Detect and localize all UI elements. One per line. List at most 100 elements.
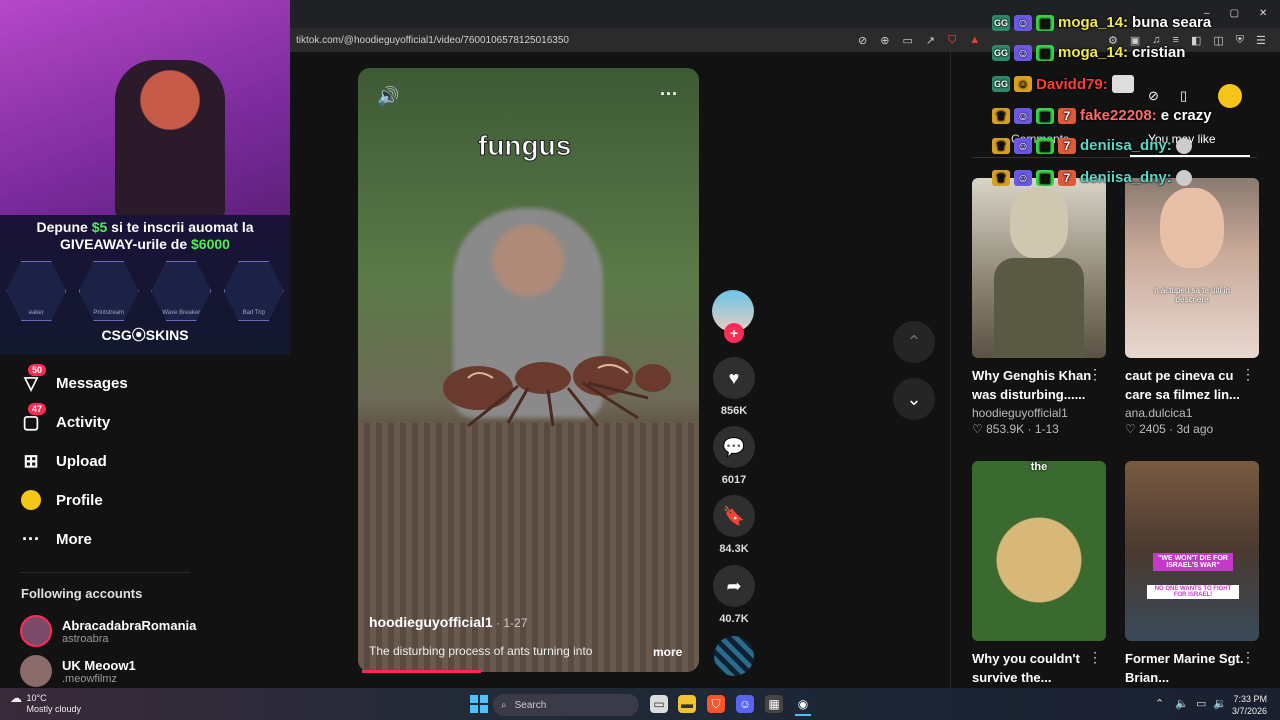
calculator-icon[interactable]: ▦ (765, 695, 783, 713)
video-progress-bar[interactable] (362, 670, 482, 673)
recommended-video-card[interactable]: n ai tupeu sa te uiti in descriere caut … (1125, 178, 1259, 436)
sidebar-item-activity[interactable]: ▢ 47 Activity (20, 403, 110, 433)
weather-temp: 10°C (26, 693, 47, 703)
card-menu-icon[interactable]: ⋮ (1088, 649, 1102, 666)
gift-badge-icon: ▣ (1036, 137, 1054, 154)
video-thumbnail[interactable]: n ai tupeu sa te uiti in descriere (1125, 178, 1259, 358)
video-author[interactable]: hoodieguyofficial1 · 1-27 (369, 614, 527, 630)
user-avatar[interactable] (1218, 84, 1242, 108)
tray-chevron-icon[interactable]: ⌃ (1155, 697, 1164, 710)
share-action[interactable]: ➦ 40.7K (712, 565, 756, 625)
following-account[interactable]: AbracadabraRomania astroabra (20, 615, 196, 647)
chat-emote-icon (1175, 137, 1192, 154)
windows-start-button[interactable] (470, 695, 488, 713)
more-button[interactable]: more (653, 645, 682, 659)
like-action[interactable]: ♥ 856K (712, 357, 756, 417)
sidebar-icon[interactable]: ◧ (1191, 34, 1201, 47)
monitor-icon[interactable]: ▭ (1196, 697, 1206, 710)
share-icon[interactable]: ↗ (926, 34, 935, 47)
share-arrow-icon[interactable]: ➦ (713, 565, 755, 607)
steam-icon[interactable]: ◉ (794, 695, 812, 713)
account-handle: astroabra (62, 632, 109, 645)
comment-count: 6017 (721, 474, 747, 486)
file-explorer-icon[interactable]: ▬ (678, 695, 696, 713)
compass-icon[interactable]: ⊘ (1148, 88, 1168, 106)
divider (20, 572, 190, 573)
chat-text: buna seara (1132, 14, 1212, 31)
taskbar (0, 688, 1280, 720)
screen-icon[interactable]: ▭ (902, 34, 912, 47)
skin-card: eaker (6, 261, 67, 321)
discord-icon[interactable]: ☺ (736, 695, 754, 713)
brave-browser-icon[interactable]: ⛉ (707, 695, 725, 713)
more-options-icon[interactable]: ··· (660, 84, 678, 105)
skin-card: Bad Trip (223, 261, 284, 321)
clock-date: 3/7/2026 (1232, 706, 1268, 716)
card-author[interactable]: hoodieguyofficial1 (972, 406, 1106, 420)
bookmark-icon[interactable]: 🔖 (713, 495, 755, 537)
activity-icon: ▢ 47 (20, 403, 47, 433)
avatar (20, 655, 52, 687)
card-title: Former Marine Sgt. Brian... (1125, 651, 1244, 685)
card-title: Why Genghis Khan was disturbing...... (972, 368, 1092, 402)
video-overlay-text: fungus (477, 130, 572, 162)
music-disc-icon[interactable] (714, 636, 754, 676)
skin-row: eaker Printstream Wave Breaker Bad Trip (0, 261, 290, 321)
skin-card: Printstream (78, 261, 139, 321)
recommended-video-card[interactable]: Why Genghis Khan was disturbing...... ⋮ … (972, 178, 1106, 436)
messages-icon: ▽ 50 (20, 364, 47, 394)
account-name: AbracadabraRomania (62, 617, 197, 633)
chat-text: e crazy (1160, 107, 1212, 124)
card-menu-icon[interactable]: ⋮ (1088, 366, 1102, 383)
phone-icon[interactable]: ▯ (1180, 88, 1200, 106)
video-thumbnail[interactable]: "WE WON'T DIE FOR ISRAEL'S WAR" NO ONE W… (1125, 461, 1259, 641)
taskbar-search[interactable]: ⌕ Search (493, 694, 639, 716)
thumbnail-caption: the (1030, 461, 1048, 473)
card-menu-icon[interactable]: ⋮ (1241, 366, 1255, 383)
url-text[interactable]: tiktok.com/@hoodieguyofficial1/video/760… (296, 35, 569, 46)
maximize-icon[interactable]: ▢ (1230, 8, 1239, 19)
volume-icon[interactable]: 🔊 (377, 86, 399, 107)
sidebar-item-profile[interactable]: Profile (20, 489, 103, 511)
menu-icon[interactable]: ☰ (1256, 34, 1266, 47)
gift-badge-icon: ▣ (1036, 14, 1054, 31)
wallet-icon[interactable]: ◫ (1213, 34, 1223, 47)
sidebar-item-upload[interactable]: ⊞ Upload (20, 450, 106, 472)
crown-badge-icon: ☺ (1014, 76, 1032, 92)
twitch-badge-icon: GG (992, 14, 1010, 31)
sidebar-item-more[interactable]: ··· More (20, 528, 92, 550)
comment-action[interactable]: 💬 6017 (712, 426, 756, 486)
vpn-icon[interactable]: ⛨ (1236, 34, 1244, 47)
zoom-icon[interactable]: ⊕ (880, 34, 889, 47)
like-count: 856K (720, 405, 748, 417)
recommended-video-card[interactable]: the Why you couldn't survive the... ⋮ (972, 461, 1106, 687)
video-thumbnail[interactable]: the (972, 461, 1106, 641)
volume-icon[interactable]: 🔉 (1213, 697, 1227, 710)
card-menu-icon[interactable]: ⋮ (1241, 649, 1255, 666)
save-action[interactable]: 🔖 84.3K (712, 495, 756, 555)
weather-widget[interactable]: ☁ 10°C Mostly cloudy (10, 691, 81, 715)
task-view-icon[interactable]: ▭ (650, 695, 668, 713)
ant-illustration (443, 356, 671, 428)
following-account[interactable]: UK Meoow1 .meowfilmz (20, 655, 136, 687)
recommended-video-card[interactable]: "WE WON'T DIE FOR ISRAEL'S WAR" NO ONE W… (1125, 461, 1259, 687)
cloud-icon: ☁ (10, 691, 22, 705)
sidebar-item-messages[interactable]: ▽ 50 Messages (20, 364, 128, 394)
clock[interactable]: 7:33 PM 3/7/2026 (1232, 693, 1267, 717)
comment-icon[interactable]: 💬 (713, 426, 755, 468)
close-icon[interactable]: ✕ (1259, 8, 1267, 19)
twitch-badge-icon: GG (992, 76, 1010, 92)
previous-video-button[interactable]: ⌃ (893, 321, 935, 363)
speaker-icon[interactable]: 🔈 (1175, 697, 1189, 710)
follow-button[interactable]: + (724, 323, 744, 343)
brave-shield-icon[interactable]: ⛉ (948, 34, 956, 47)
next-video-button[interactable]: ⌄ (893, 378, 935, 420)
card-author[interactable]: ana.dulcica1 (1125, 406, 1259, 420)
brave-rewards-icon[interactable]: ▲ (969, 34, 980, 47)
eye-off-icon[interactable]: ⊘ (858, 34, 867, 47)
heart-icon[interactable]: ♥ (713, 357, 755, 399)
chat-username: fake22208: (1080, 107, 1157, 124)
video-thumbnail[interactable] (972, 178, 1106, 358)
chat-username: Davidd79: (1036, 75, 1108, 93)
video-description: The disturbing process of ants turning i… (369, 644, 593, 658)
